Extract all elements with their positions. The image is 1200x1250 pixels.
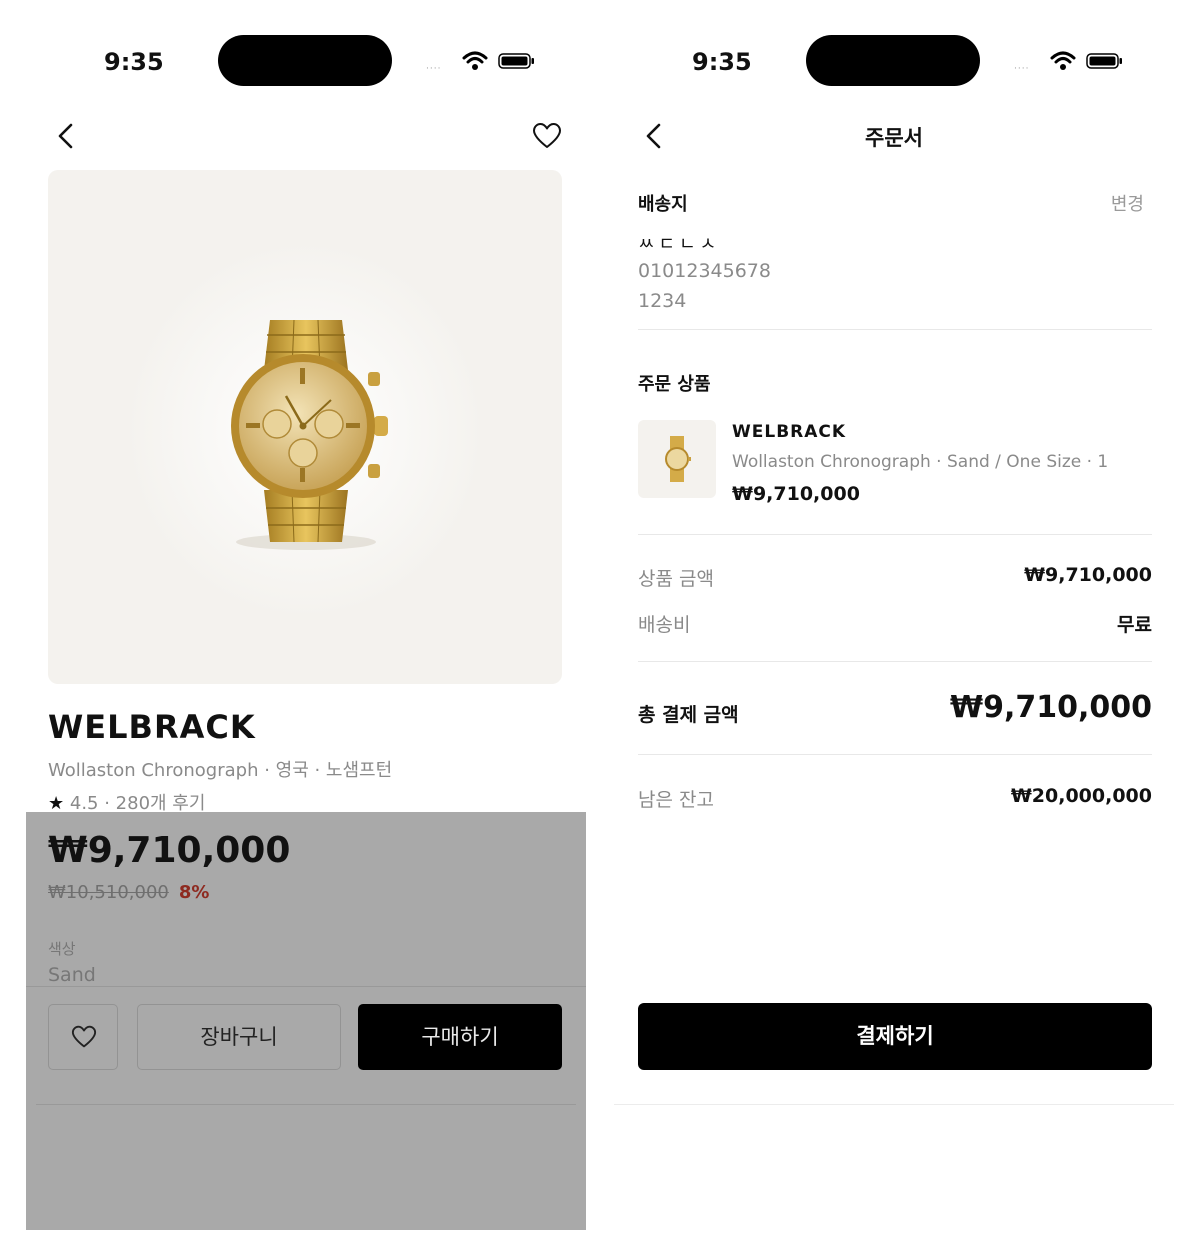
status-bar: 9:35 ···· <box>614 18 1174 108</box>
heart-icon <box>71 1025 97 1048</box>
recipient-phone: 01012345678 <box>638 260 771 282</box>
wishlist-button[interactable] <box>48 1004 118 1070</box>
gold-watch-image <box>665 436 691 482</box>
page-title: 주문서 <box>865 126 923 150</box>
status-bar: 9:35 ···· <box>26 18 586 108</box>
balance-label: 남은 잔고 <box>638 789 714 811</box>
divider <box>638 754 1152 755</box>
product-amount-label: 상품 금액 <box>638 568 714 590</box>
product-price: ₩9,710,000 <box>48 830 291 871</box>
status-time: 9:35 <box>692 48 752 76</box>
signal-icon: ···· <box>426 64 442 74</box>
total-amount-value: ₩9,710,000 <box>949 690 1152 725</box>
wifi-icon <box>1050 51 1076 70</box>
rating-text: 4.5 · 280개 후기 <box>69 793 206 814</box>
status-time: 9:35 <box>104 48 164 76</box>
shipping-fee-value: 무료 <box>1117 614 1152 636</box>
product-subtitle: Wollaston Chronograph · 영국 · 노샘프턴 <box>48 760 393 781</box>
recipient-address: 1234 <box>638 290 687 312</box>
divider <box>36 1104 576 1105</box>
price-discount-row: ₩10,510,000 8% <box>48 882 209 903</box>
battery-icon <box>498 53 534 69</box>
recipient-name: ㅆㄷㄴㅅ <box>638 234 721 255</box>
gold-watch-image <box>125 240 485 620</box>
change-address-button[interactable]: 변경 <box>1111 190 1144 216</box>
divider <box>614 1104 1174 1105</box>
divider <box>26 986 586 987</box>
heart-icon[interactable] <box>532 122 562 150</box>
dynamic-island <box>806 35 980 86</box>
option-label: 색상 <box>48 940 76 958</box>
order-items-section-title: 주문 상품 <box>638 374 711 395</box>
balance-value: ₩20,000,000 <box>1010 785 1152 807</box>
total-amount-label: 총 결제 금액 <box>638 704 739 726</box>
pay-button[interactable]: 결제하기 <box>638 1003 1152 1070</box>
item-brand: WELBRACK <box>732 422 847 442</box>
product-detail-screen: 9:35 ···· WELBRACK Wollaston Chronograph… <box>26 18 586 1230</box>
option-value[interactable]: Sand <box>48 964 96 986</box>
original-price: ₩10,510,000 <box>48 882 169 903</box>
battery-icon <box>1086 53 1122 69</box>
top-nav <box>26 118 586 154</box>
product-image <box>48 170 562 684</box>
signal-icon: ···· <box>1014 64 1030 74</box>
chevron-left-icon[interactable] <box>54 122 78 150</box>
order-screen: 9:35 ···· 주문서 배송지 변경 ㅆㄷㄴㅅ 01012345678 12… <box>614 18 1174 1230</box>
add-to-cart-button[interactable]: 장바구니 <box>137 1004 341 1070</box>
item-description: Wollaston Chronograph · Sand / One Size … <box>732 452 1109 472</box>
shipping-fee-label: 배송비 <box>638 614 691 636</box>
top-nav: 주문서 <box>614 118 1174 154</box>
divider <box>638 534 1152 535</box>
shipping-section-title: 배송지 <box>638 194 688 215</box>
discount-rate: 8% <box>178 882 210 903</box>
divider <box>638 661 1152 662</box>
buy-now-button[interactable]: 구매하기 <box>358 1004 562 1070</box>
divider <box>638 329 1152 330</box>
dynamic-island <box>218 35 392 86</box>
wifi-icon <box>462 51 488 70</box>
item-price: ₩9,710,000 <box>732 483 860 505</box>
star-icon: ★ <box>48 793 65 814</box>
item-thumbnail <box>638 420 716 498</box>
product-brand: WELBRACK <box>48 708 256 746</box>
product-amount-value: ₩9,710,000 <box>1024 564 1152 586</box>
